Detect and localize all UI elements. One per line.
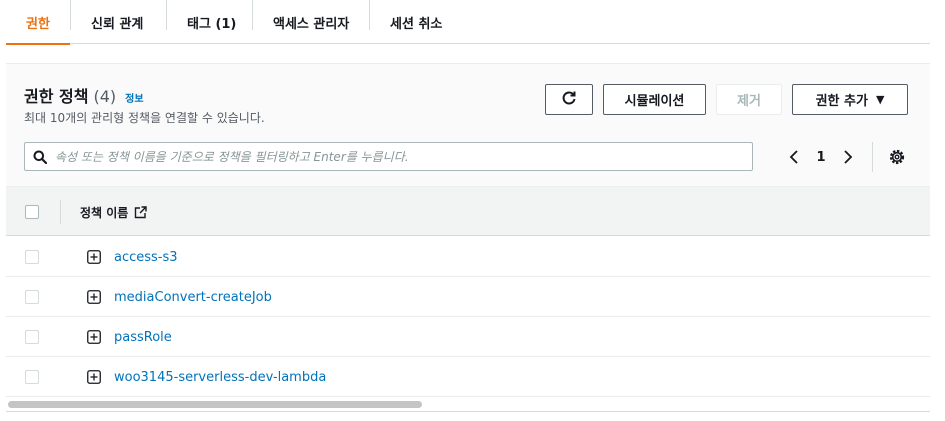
search-icon xyxy=(25,150,55,164)
tab-trust-relationships[interactable]: 신뢰 관계 xyxy=(71,0,163,44)
column-divider xyxy=(60,200,61,224)
panel-header: 권한 정책 (4) 정보 최대 10개의 관리형 정책을 연결할 수 있습니다.… xyxy=(6,64,930,186)
row-checkbox[interactable] xyxy=(25,370,39,384)
simulate-button[interactable]: 시뮬레이션 xyxy=(603,84,706,115)
table-header: 정책 이름 xyxy=(6,186,930,236)
policy-name-link[interactable]: mediaConvert-createJob xyxy=(114,277,272,317)
row-checkbox[interactable] xyxy=(25,250,39,264)
table-row: access-s3 xyxy=(6,237,930,277)
add-permissions-label: 권한 추가 xyxy=(815,94,868,109)
policy-count: (4) xyxy=(93,87,117,106)
refresh-icon xyxy=(561,90,577,110)
tab-label: 권한 xyxy=(26,16,50,32)
horizontal-scrollbar[interactable] xyxy=(8,401,422,408)
panel-title: 권한 정책 xyxy=(24,87,89,106)
policy-name-link[interactable]: passRole xyxy=(114,317,172,357)
search-placeholder: 속성 또는 정책 이름을 기준으로 정책을 필터링하고 Enter를 누릅니다. xyxy=(55,150,409,164)
add-permissions-button[interactable]: 권한 추가 ▼ xyxy=(792,84,908,115)
policy-name-link[interactable]: access-s3 xyxy=(114,237,178,277)
refresh-button[interactable] xyxy=(545,84,593,115)
info-link[interactable]: 정보 xyxy=(125,90,143,105)
simulate-label: 시뮬레이션 xyxy=(624,94,685,109)
remove-button[interactable]: 제거 xyxy=(716,84,782,115)
expand-icon[interactable] xyxy=(87,250,101,264)
tab-revoke-sessions[interactable]: 세션 취소 xyxy=(370,0,462,44)
chevron-right-icon[interactable] xyxy=(836,145,860,169)
gear-icon[interactable] xyxy=(886,146,908,168)
permissions-policies-panel: 권한 정책 (4) 정보 최대 10개의 관리형 정책을 연결할 수 있습니다.… xyxy=(6,63,930,412)
tab-label: 태그 (1) xyxy=(187,16,237,32)
column-header-policy-name[interactable]: 정책 이름 xyxy=(80,187,148,237)
pagination-divider xyxy=(872,142,873,172)
column-header-label: 정책 이름 xyxy=(80,205,129,220)
expand-icon[interactable] xyxy=(87,330,101,344)
table-row: woo3145-serverless-dev-lambda xyxy=(6,357,930,397)
pagination: 1 xyxy=(782,144,860,170)
panel-title-row: 권한 정책 (4) 정보 xyxy=(24,83,144,107)
row-checkbox[interactable] xyxy=(25,290,39,304)
chevron-left-icon[interactable] xyxy=(782,145,806,169)
panel-description: 최대 10개의 관리형 정책을 연결할 수 있습니다. xyxy=(24,111,265,125)
select-all-checkbox[interactable] xyxy=(25,205,39,219)
table-bottom-border xyxy=(6,411,930,412)
tab-access-advisor[interactable]: 액세스 관리자 xyxy=(253,0,369,44)
tab-bar: 권한 신뢰 관계 태그 (1) 액세스 관리자 세션 취소 xyxy=(6,0,930,45)
table-row: passRole xyxy=(6,317,930,357)
tab-permissions[interactable]: 권한 xyxy=(6,0,70,45)
remove-label: 제거 xyxy=(737,94,761,109)
current-page[interactable]: 1 xyxy=(806,150,836,165)
row-checkbox[interactable] xyxy=(25,330,39,344)
caret-down-icon: ▼ xyxy=(875,93,885,106)
tab-tags[interactable]: 태그 (1) xyxy=(167,0,256,44)
table-row: mediaConvert-createJob xyxy=(6,277,930,317)
tab-label: 신뢰 관계 xyxy=(91,16,144,32)
tab-label: 세션 취소 xyxy=(390,16,443,32)
policy-search-input[interactable]: 속성 또는 정책 이름을 기준으로 정책을 필터링하고 Enter를 누릅니다. xyxy=(24,142,753,171)
policy-name-link[interactable]: woo3145-serverless-dev-lambda xyxy=(114,357,326,397)
expand-icon[interactable] xyxy=(87,290,101,304)
tab-label: 액세스 관리자 xyxy=(273,16,350,32)
external-link-icon xyxy=(134,205,148,219)
expand-icon[interactable] xyxy=(87,370,101,384)
